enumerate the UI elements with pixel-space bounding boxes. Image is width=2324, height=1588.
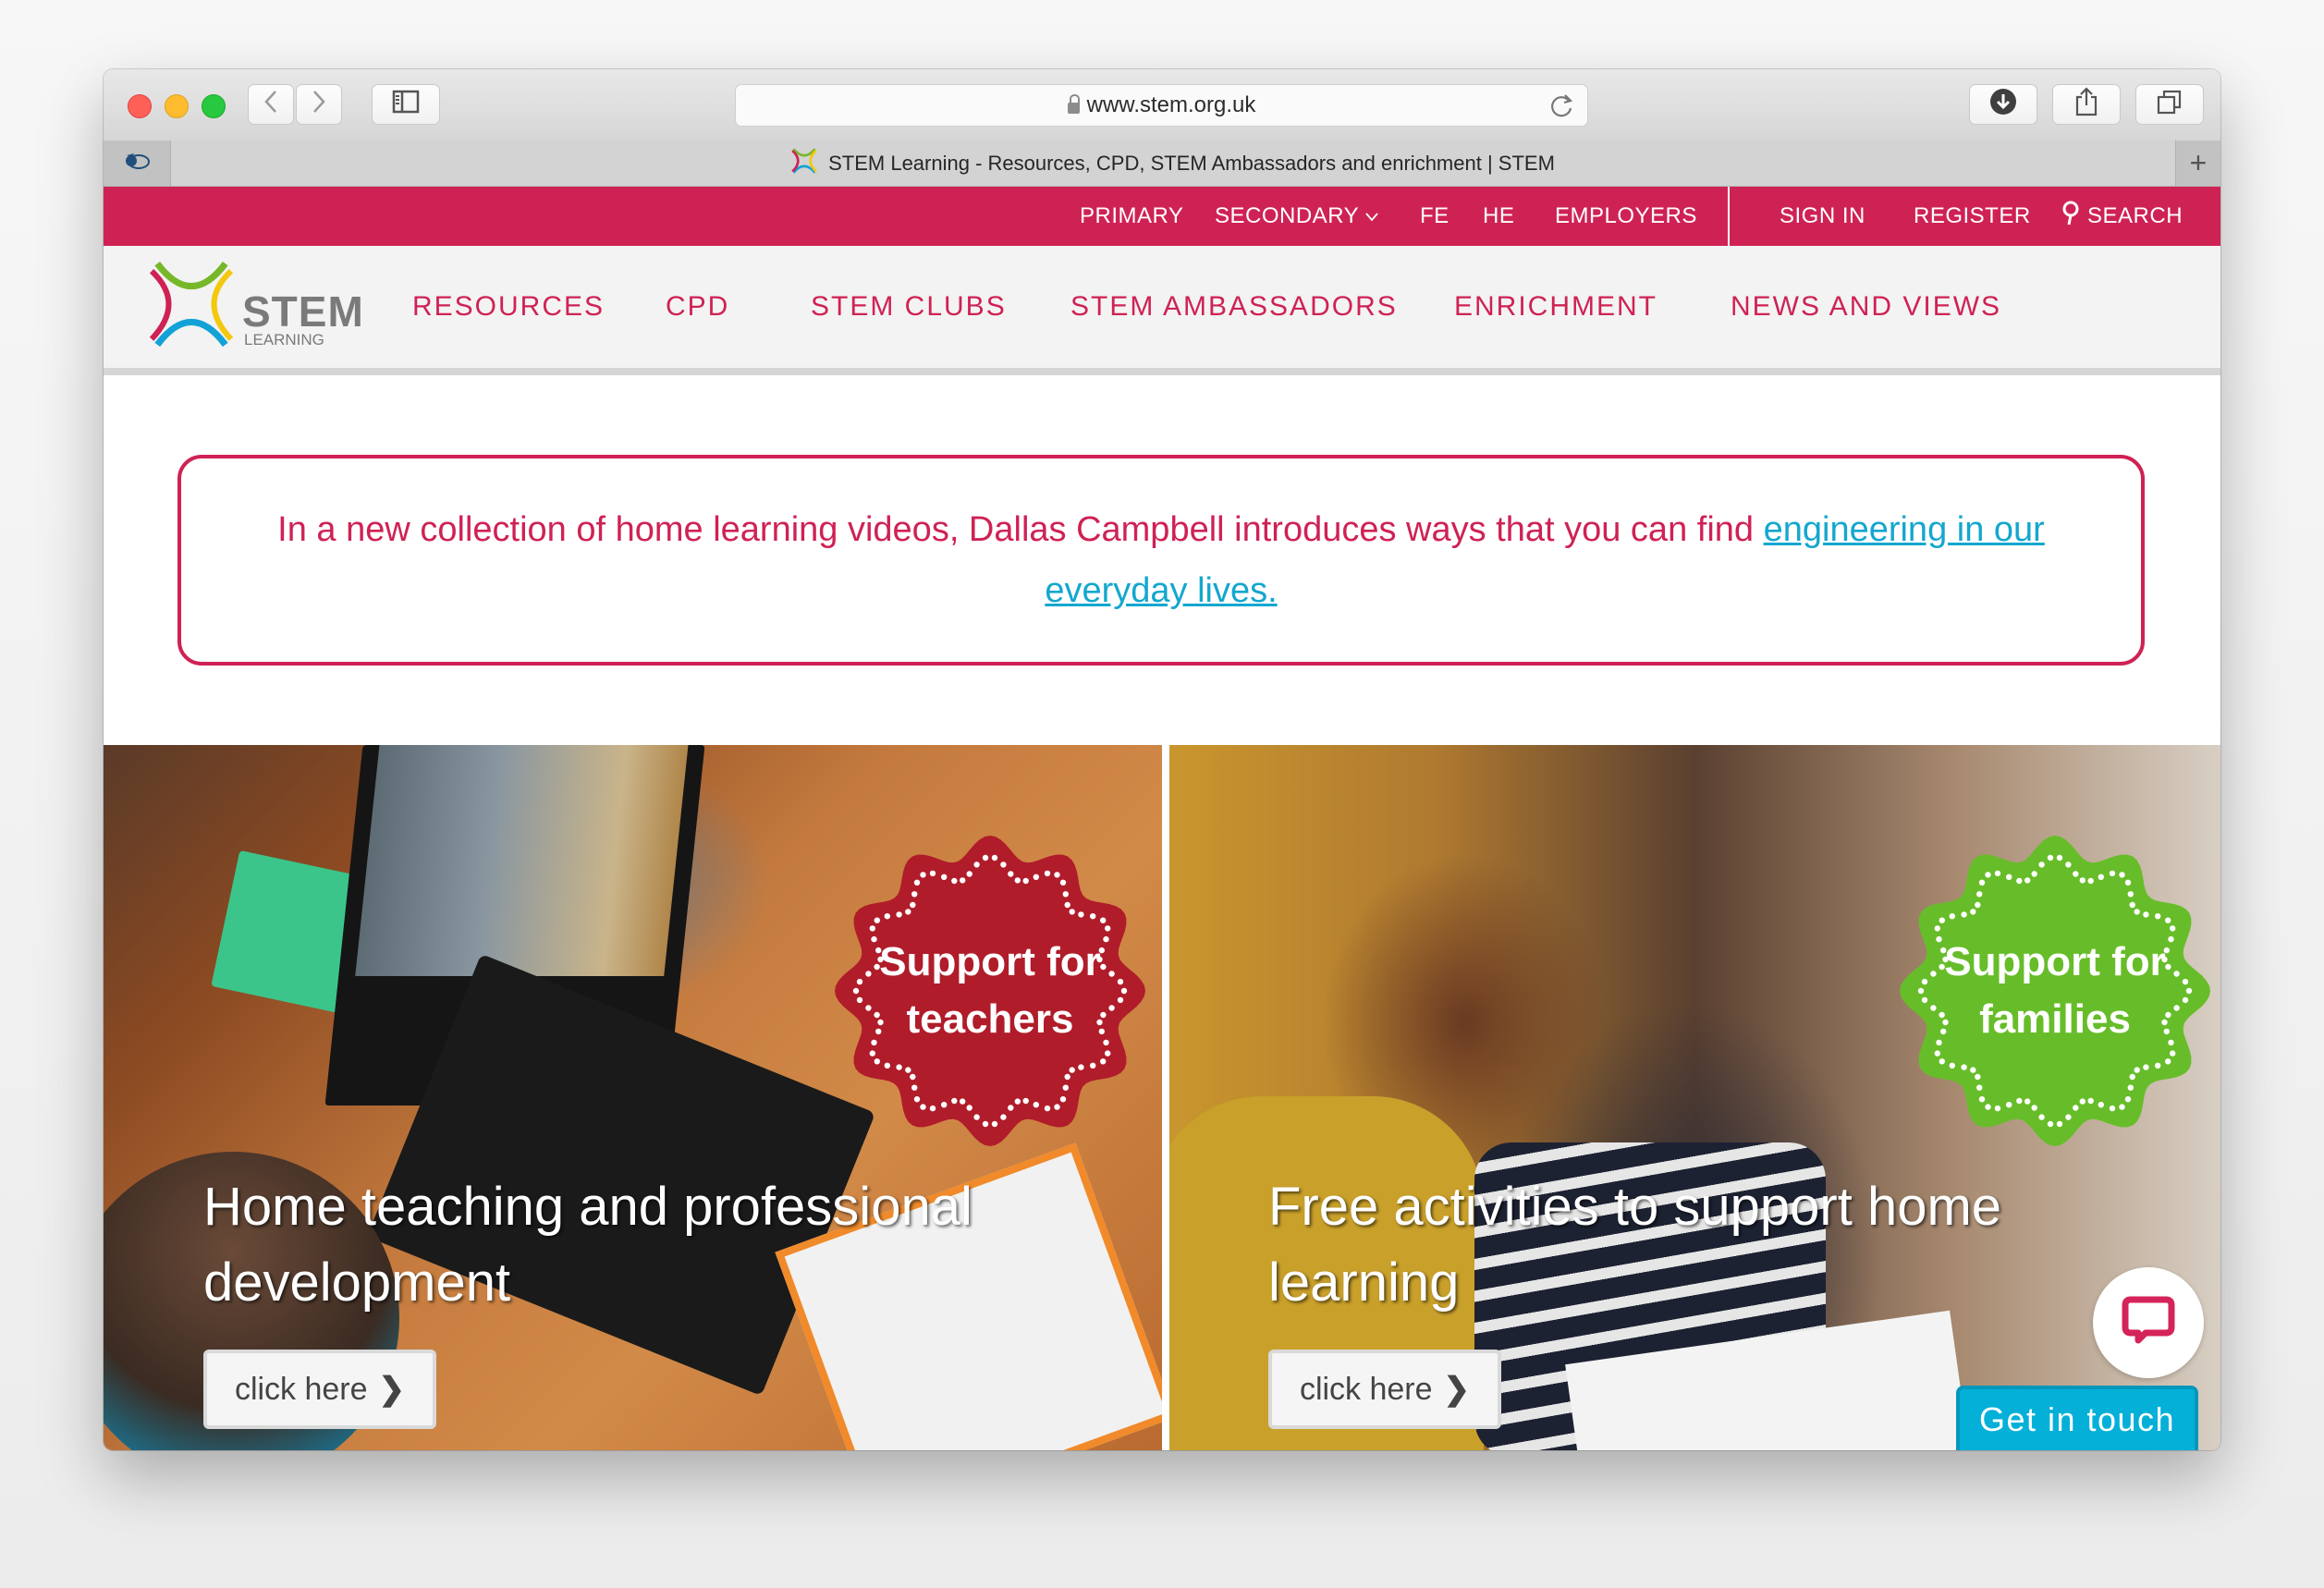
stem-favicon-icon — [791, 147, 817, 179]
logo-subtitle: LEARNING — [244, 331, 324, 348]
minimize-window-button[interactable] — [165, 94, 189, 118]
chevron-down-icon — [1364, 203, 1379, 229]
address-bar[interactable]: www.stem.org.uk — [735, 84, 1588, 127]
browser-toolbar: www.stem.org.uk — [104, 69, 2220, 141]
mainnav-stem-ambassadors[interactable]: STEM AMBASSADORS — [1070, 246, 1398, 368]
topnav-employers[interactable]: EMPLOYERS — [1555, 187, 1697, 246]
badge-line2: teachers — [906, 996, 1074, 1042]
top-navigation: PRIMARY SECONDARY FE HE EMPLOYERS SIGN I… — [104, 187, 2220, 246]
register-link[interactable]: REGISTER — [1914, 187, 2031, 246]
mainnav-resources[interactable]: RESOURCES — [412, 246, 605, 368]
teachers-click-here-button[interactable]: click here ❯ — [203, 1350, 436, 1429]
chevron-left-icon — [263, 90, 278, 120]
sign-in-link[interactable]: SIGN IN — [1780, 187, 1865, 246]
badge-line1: Support for — [1944, 939, 2166, 984]
topnav-primary[interactable]: PRIMARY — [1080, 187, 1183, 246]
tab-bar: STEM Learning - Resources, CPD, STEM Amb… — [104, 140, 2220, 187]
url-text: www.stem.org.uk — [1086, 92, 1256, 117]
button-label: click here — [1299, 1371, 1433, 1407]
families-card[interactable]: Support for families Free activities to … — [1169, 745, 2220, 1450]
tab-title-text: STEM Learning - Resources, CPD, STEM Amb… — [828, 151, 1555, 175]
get-in-touch-button[interactable]: Get in touch — [1956, 1386, 2198, 1450]
badge-line2: families — [1979, 996, 2131, 1042]
share-button[interactable] — [2052, 84, 2121, 125]
tab-overview-button[interactable] — [2135, 84, 2204, 125]
chat-bubble-icon — [2122, 1294, 2175, 1352]
live-chat-button[interactable] — [2093, 1267, 2204, 1378]
banner-text: In a new collection of home learning vid… — [277, 510, 1764, 549]
topnav-he[interactable]: HE — [1483, 187, 1514, 246]
banner-paragraph: In a new collection of home learning vid… — [237, 499, 2085, 621]
plus-icon: + — [2189, 146, 2208, 179]
mainnav-enrichment[interactable]: ENRICHMENT — [1454, 246, 1657, 368]
topnav-fe[interactable]: FE — [1420, 187, 1449, 246]
browser-window: www.stem.org.uk STEM Learning - Resource… — [104, 69, 2220, 1450]
topnav-secondary[interactable]: SECONDARY — [1215, 187, 1379, 246]
search-label: SEARCH — [2087, 203, 2183, 228]
download-icon — [1989, 88, 2017, 122]
sidebar-toggle-button[interactable] — [372, 84, 440, 125]
lock-icon — [1067, 94, 1080, 114]
button-label: click here — [234, 1371, 368, 1407]
main-navigation: STEM LEARNING RESOURCES CPD STEM CLUBS S… — [104, 246, 2220, 375]
chevron-right-icon — [312, 90, 326, 120]
active-tab[interactable]: STEM Learning - Resources, CPD, STEM Amb… — [170, 140, 2176, 186]
teachers-card[interactable]: Support for teachers Home teaching and p… — [104, 745, 1162, 1450]
close-window-button[interactable] — [128, 94, 152, 118]
stem-logo-icon — [148, 259, 235, 352]
tabs-overview-icon — [2156, 89, 2183, 121]
chevron-right-icon: ❯ — [378, 1372, 406, 1407]
logo-wordmark: STEM — [242, 287, 364, 336]
mainnav-stem-clubs[interactable]: STEM CLUBS — [811, 246, 1007, 368]
announcement-banner: In a new collection of home learning vid… — [177, 455, 2145, 666]
mainnav-cpd[interactable]: CPD — [666, 246, 729, 368]
card-title: Home teaching and professional developme… — [203, 1177, 972, 1313]
chevron-right-icon: ❯ — [1443, 1372, 1471, 1407]
card-title: Free activities to support home learning — [1268, 1177, 2002, 1313]
families-click-here-button[interactable]: click here ❯ — [1268, 1350, 1501, 1429]
topnav-secondary-label: SECONDARY — [1215, 203, 1360, 228]
support-for-families-badge: Support for families — [1898, 834, 2212, 1148]
forward-button[interactable] — [296, 84, 342, 125]
sidebar-icon — [392, 90, 420, 120]
topnav-divider — [1728, 187, 1730, 246]
share-icon — [2074, 86, 2098, 123]
badge-line1: Support for — [879, 939, 1101, 984]
search-link[interactable]: SEARCH — [2061, 187, 2183, 246]
reload-icon[interactable] — [1550, 92, 1574, 127]
pinned-site-icon — [123, 150, 151, 177]
mainnav-news-and-views[interactable]: NEWS AND VIEWS — [1731, 246, 2001, 368]
stem-learning-logo[interactable]: STEM LEARNING — [148, 259, 370, 351]
new-tab-button[interactable]: + — [2175, 140, 2220, 186]
pinned-tab[interactable] — [104, 140, 171, 186]
zoom-window-button[interactable] — [202, 94, 226, 118]
back-button[interactable] — [248, 84, 294, 125]
search-icon — [2061, 201, 2080, 233]
downloads-button[interactable] — [1969, 84, 2037, 125]
support-for-teachers-badge: Support for teachers — [833, 834, 1147, 1148]
